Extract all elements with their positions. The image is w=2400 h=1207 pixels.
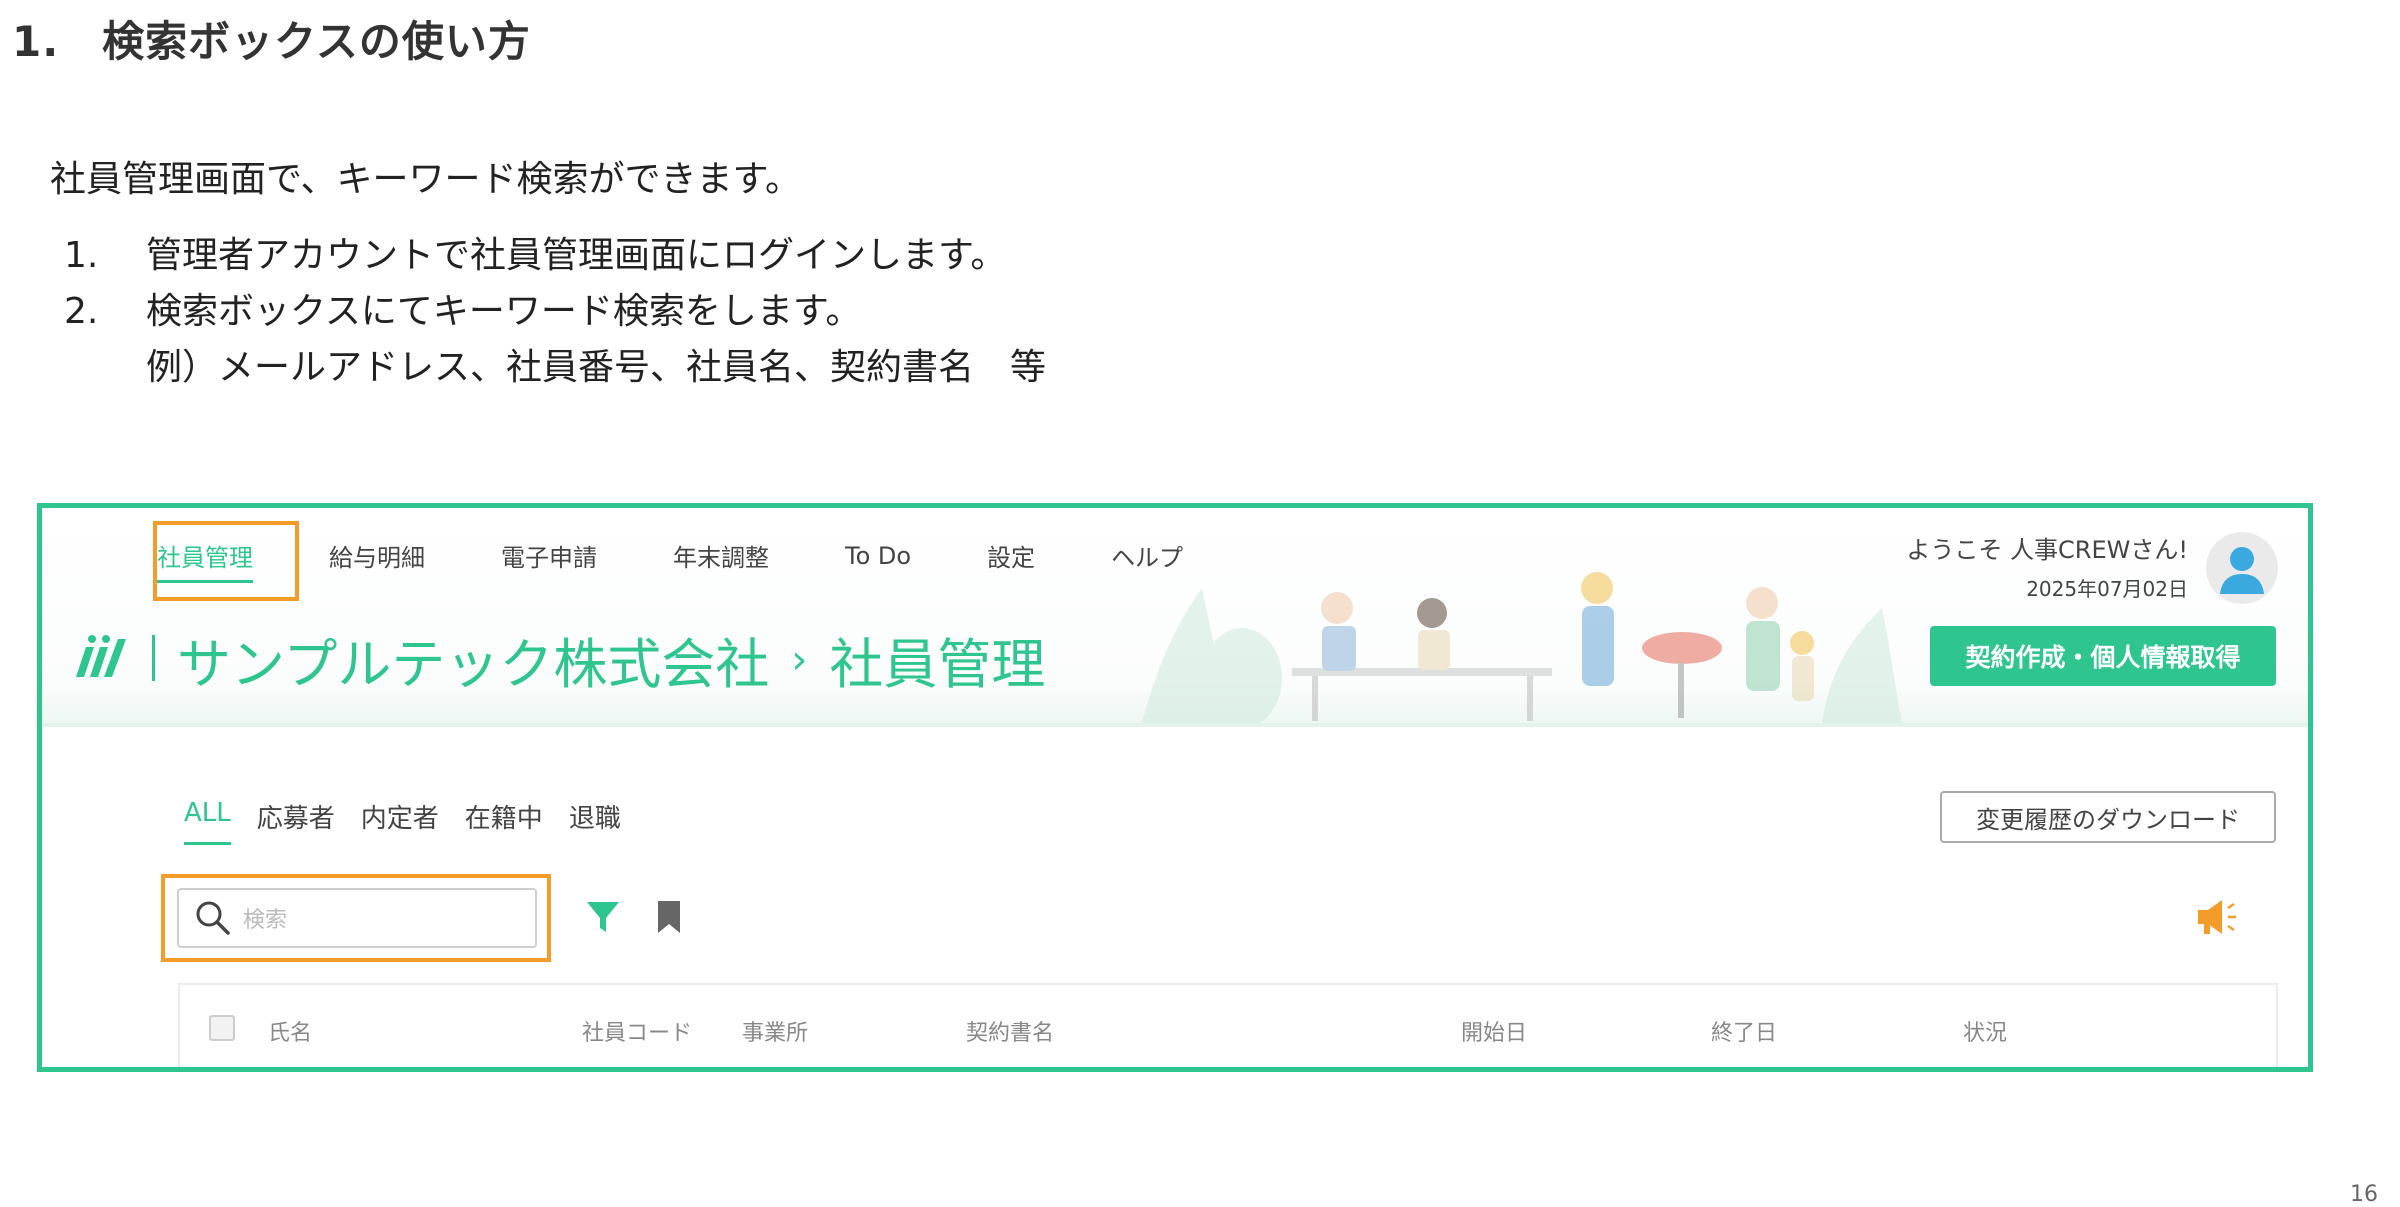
column-start-date[interactable]: 開始日: [1461, 1015, 1527, 1047]
steps-list: 1. 管理者アカウントで社員管理画面にログインします。 2. 検索ボックスにてキ…: [64, 228, 1046, 396]
step-example: 例）メールアドレス、社員番号、社員名、契約書名 等: [146, 347, 1047, 388]
step-text: 管理者アカウントで社員管理画面にログインします。: [146, 235, 1007, 276]
logo-separator: [152, 635, 155, 681]
tab-offered[interactable]: 内定者: [361, 798, 439, 835]
breadcrumb-separator: ›: [791, 636, 808, 683]
column-contract-name[interactable]: 契約書名: [966, 1015, 1054, 1047]
nav-year-end-adjustment[interactable]: 年末調整: [673, 538, 769, 573]
filter-icon[interactable]: [585, 899, 621, 935]
step-number: 2.: [64, 291, 99, 332]
tab-employed[interactable]: 在籍中: [465, 798, 543, 835]
intro-text: 社員管理画面で、キーワード検索ができます。: [50, 159, 801, 200]
search-icon: [196, 901, 230, 935]
breadcrumb: サンプルテック株式会社 › 社員管理: [177, 620, 1045, 699]
search-input[interactable]: 検索: [177, 888, 537, 948]
select-all-checkbox[interactable]: [209, 1015, 235, 1041]
logo-icon[interactable]: [72, 633, 130, 679]
column-name[interactable]: 氏名: [268, 1015, 312, 1047]
nav-e-application[interactable]: 電子申請: [501, 538, 597, 573]
tab-all[interactable]: ALL: [184, 798, 231, 845]
nav-employee-management[interactable]: 社員管理: [157, 538, 253, 583]
nav-help[interactable]: ヘルプ: [1111, 538, 1183, 573]
step-text: 検索ボックスにてキーワード検索をします。: [146, 291, 862, 332]
column-status[interactable]: 状況: [1963, 1015, 2007, 1047]
column-end-date[interactable]: 終了日: [1711, 1015, 1777, 1047]
nav-settings[interactable]: 設定: [987, 538, 1035, 573]
search-placeholder: 検索: [243, 908, 288, 933]
main-nav: 社員管理 給与明細 電子申請 年末調整 To Do 設定 ヘルプ: [157, 538, 1259, 583]
download-history-button[interactable]: 変更履歴のダウンロード: [1940, 791, 2276, 843]
step-item: 2. 検索ボックスにてキーワード検索をします。: [64, 284, 1046, 340]
table-header: 氏名 社員コード 事業所 契約書名 開始日 終了日 状況: [178, 983, 2278, 1067]
company-name[interactable]: サンプルテック株式会社: [177, 620, 769, 699]
nav-payslip[interactable]: 給与明細: [329, 538, 425, 573]
app-header: 社員管理 給与明細 電子申請 年末調整 To Do 設定 ヘルプ サンプルテック…: [42, 508, 2308, 727]
current-date: 2025年07月02日: [2026, 577, 2188, 601]
nav-todo[interactable]: To Do: [845, 542, 911, 570]
contract-create-button[interactable]: 契約作成・個人情報取得: [1930, 626, 2276, 686]
megaphone-icon[interactable]: [2196, 896, 2240, 938]
welcome-text: ようこそ 人事CREWさん!: [1906, 536, 2188, 564]
column-office[interactable]: 事業所: [742, 1015, 808, 1047]
step-number: 1.: [64, 235, 99, 276]
column-employee-code[interactable]: 社員コード: [582, 1015, 692, 1047]
tab-retired[interactable]: 退職: [569, 798, 621, 835]
page-title: 社員管理: [829, 633, 1046, 696]
bookmark-icon[interactable]: [655, 899, 683, 935]
avatar-icon[interactable]: [2206, 532, 2278, 604]
welcome-block: ようこそ 人事CREWさん! 2025年07月02日: [1906, 530, 2188, 602]
step-item: 1. 管理者アカウントで社員管理画面にログインします。: [64, 228, 1046, 284]
slide-title: 1. 検索ボックスの使い方: [12, 17, 531, 66]
status-tabs: ALL 応募者 内定者 在籍中 退職: [184, 798, 647, 845]
app-screenshot: 社員管理 給与明細 電子申請 年末調整 To Do 設定 ヘルプ サンプルテック…: [37, 503, 2313, 1072]
tab-applicants[interactable]: 応募者: [257, 798, 335, 835]
page-number: 16: [2350, 1182, 2378, 1207]
